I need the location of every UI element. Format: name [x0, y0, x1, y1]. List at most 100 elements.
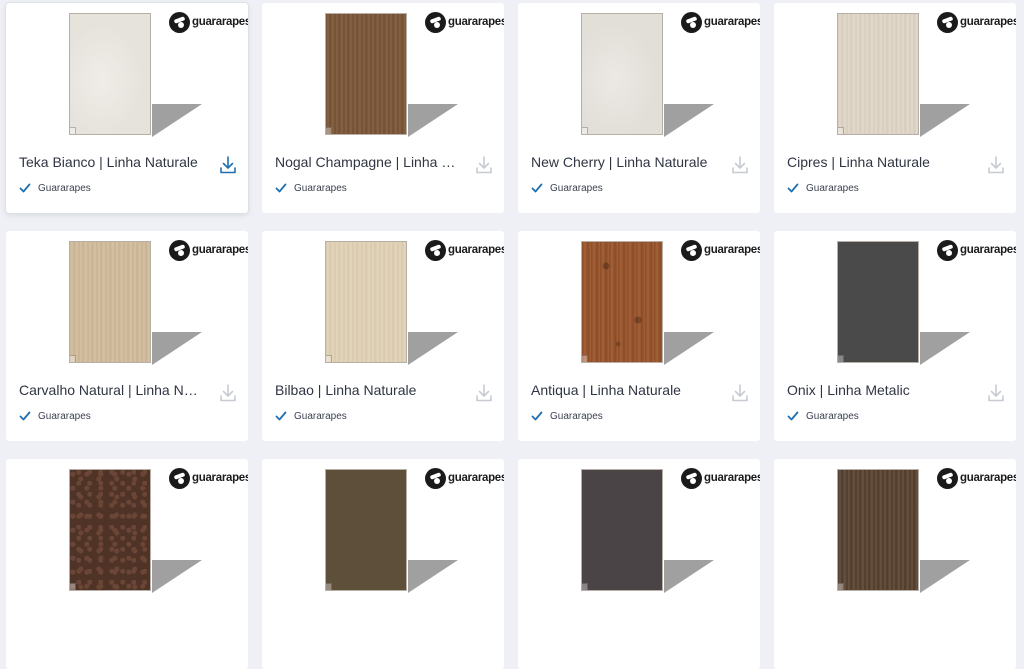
check-icon [19, 411, 31, 421]
guararapes-logo-icon: guararapes [425, 11, 504, 33]
brand-name[interactable]: Guararapes [294, 183, 347, 194]
material-card[interactable]: guararapes Nogal Champagne | Linha Natura… [262, 3, 504, 213]
material-card[interactable]: guararapes Bilbao | Linha Naturale Guarara… [262, 231, 504, 441]
material-swatch [69, 241, 151, 363]
material-swatch [325, 13, 407, 135]
brand-name[interactable]: Guararapes [550, 411, 603, 422]
logo-wordmark: guararapes [960, 16, 1016, 28]
material-thumbnail[interactable]: guararapes [262, 231, 504, 371]
material-title[interactable]: Carvalho Natural | Linha Naturale [19, 382, 204, 398]
guararapes-logo-icon: guararapes [681, 467, 760, 489]
download-icon[interactable] [219, 155, 237, 175]
material-thumbnail[interactable]: guararapes [6, 3, 248, 143]
swatch-corner [838, 127, 844, 134]
check-icon [531, 183, 543, 193]
logo-wordmark: guararapes [448, 244, 504, 256]
product-grid: guararapes Teka Bianco | Linha Naturale Gu… [0, 0, 1024, 669]
material-thumbnail[interactable]: guararapes [262, 3, 504, 143]
logo-mark-icon [937, 467, 958, 489]
download-icon[interactable] [987, 155, 1005, 175]
swatch-corner [326, 355, 332, 362]
guararapes-logo-icon: guararapes [681, 239, 760, 261]
material-title[interactable]: Teka Bianco | Linha Naturale [19, 154, 204, 170]
logo-mark-icon [681, 11, 702, 33]
guararapes-logo-icon: guararapes [169, 11, 248, 33]
material-swatch [581, 469, 663, 591]
brand-row: Guararapes [275, 409, 347, 423]
logo-mark-icon [937, 239, 958, 261]
material-thumbnail[interactable]: guararapes [518, 3, 760, 143]
logo-mark-icon [169, 11, 190, 33]
material-thumbnail[interactable]: guararapes [518, 231, 760, 371]
brand-name[interactable]: Guararapes [38, 183, 91, 194]
logo-mark-icon [681, 467, 702, 489]
brand-row: Guararapes [531, 409, 603, 423]
material-title[interactable]: Nogal Champagne | Linha Naturale [275, 154, 460, 170]
panel-shadow [664, 104, 714, 137]
brand-row: Guararapes [275, 181, 347, 195]
logo-wordmark: guararapes [192, 472, 248, 484]
swatch-corner [326, 127, 332, 134]
brand-row: Guararapes [787, 181, 859, 195]
download-icon[interactable] [219, 383, 237, 403]
logo-mark-icon [937, 11, 958, 33]
check-icon [531, 411, 543, 421]
brand-row: Guararapes [531, 181, 603, 195]
material-title[interactable]: Cipres | Linha Naturale [787, 154, 972, 170]
brand-name[interactable]: Guararapes [294, 411, 347, 422]
swatch-corner [582, 127, 588, 134]
material-card[interactable]: guararapes [774, 459, 1016, 669]
material-card[interactable]: guararapes Cipres | Linha Naturale Guarara… [774, 3, 1016, 213]
brand-name[interactable]: Guararapes [806, 411, 859, 422]
panel-shadow [408, 560, 458, 593]
material-title[interactable]: Bilbao | Linha Naturale [275, 382, 460, 398]
panel-shadow [664, 332, 714, 365]
material-thumbnail[interactable]: guararapes [6, 459, 248, 599]
swatch-corner [70, 127, 76, 134]
material-thumbnail[interactable]: guararapes [262, 459, 504, 599]
download-icon[interactable] [731, 383, 749, 403]
material-swatch [837, 13, 919, 135]
material-thumbnail[interactable]: guararapes [774, 3, 1016, 143]
material-swatch [325, 469, 407, 591]
logo-wordmark: guararapes [704, 244, 760, 256]
panel-shadow [152, 332, 202, 365]
material-card[interactable]: guararapes Onix | Linha Metalic Guararapes [774, 231, 1016, 441]
material-thumbnail[interactable]: guararapes [518, 459, 760, 599]
material-thumbnail[interactable]: guararapes [6, 231, 248, 371]
material-thumbnail[interactable]: guararapes [774, 459, 1016, 599]
guararapes-logo-icon: guararapes [169, 239, 248, 261]
brand-name[interactable]: Guararapes [550, 183, 603, 194]
brand-row: Guararapes [19, 409, 91, 423]
guararapes-logo-icon: guararapes [681, 11, 760, 33]
material-thumbnail[interactable]: guararapes [774, 231, 1016, 371]
material-card[interactable]: guararapes [6, 459, 248, 669]
download-icon[interactable] [475, 155, 493, 175]
material-card[interactable]: guararapes New Cherry | Linha Naturale Gua… [518, 3, 760, 213]
material-card[interactable]: guararapes Carvalho Natural | Linha Natur… [6, 231, 248, 441]
material-card[interactable]: guararapes [262, 459, 504, 669]
swatch-corner [70, 355, 76, 362]
material-swatch [69, 13, 151, 135]
guararapes-logo-icon: guararapes [937, 11, 1016, 33]
download-icon[interactable] [731, 155, 749, 175]
download-icon[interactable] [987, 383, 1005, 403]
brand-row: Guararapes [787, 409, 859, 423]
material-title[interactable]: New Cherry | Linha Naturale [531, 154, 716, 170]
swatch-corner [838, 355, 844, 362]
panel-shadow [920, 332, 970, 365]
material-card[interactable]: guararapes [518, 459, 760, 669]
material-title[interactable]: Onix | Linha Metalic [787, 382, 972, 398]
logo-wordmark: guararapes [704, 472, 760, 484]
material-swatch [69, 469, 151, 591]
brand-row: Guararapes [19, 181, 91, 195]
material-card[interactable]: guararapes Antiqua | Linha Naturale Guarar… [518, 231, 760, 441]
download-icon[interactable] [475, 383, 493, 403]
guararapes-logo-icon: guararapes [425, 467, 504, 489]
check-icon [275, 183, 287, 193]
material-card[interactable]: guararapes Teka Bianco | Linha Naturale Gu… [6, 3, 248, 213]
brand-name[interactable]: Guararapes [806, 183, 859, 194]
material-title[interactable]: Antiqua | Linha Naturale [531, 382, 716, 398]
brand-name[interactable]: Guararapes [38, 411, 91, 422]
swatch-corner [838, 583, 844, 590]
